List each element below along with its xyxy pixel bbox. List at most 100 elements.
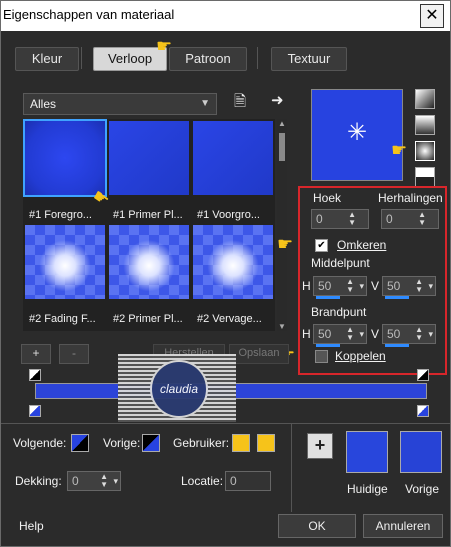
koppelen-checkbox[interactable] [315,350,328,363]
add-stop-button[interactable]: + [21,344,51,364]
opacity-stop-right[interactable] [417,369,429,381]
help-link[interactable]: Help [19,519,44,533]
rectangular-style-icon[interactable] [415,115,435,135]
herhalingen-spinner[interactable]: 0 ▲ ▼ [381,209,439,229]
pointing-hand-icon: ☛ [156,36,173,56]
gallery-item[interactable] [193,121,273,207]
omkeren-label: Omkeren [337,238,387,252]
scroll-up-icon[interactable]: ▲ [277,119,287,128]
gradient-thumbnail [109,121,189,195]
opacity-stop-left[interactable] [29,369,41,381]
gebruiker-swatch-1[interactable] [232,434,250,452]
document-icon[interactable]: 🗎 [234,91,246,116]
gradient-thumbnail [109,225,189,299]
dropdown-icon[interactable]: ▾ [359,277,364,295]
spin-arrows-icon[interactable]: ▲ ▼ [415,326,423,342]
gallery-caption: #2 Vervage... [197,313,262,325]
volgende-swatch[interactable] [71,434,89,452]
middelpunt-v-value: 50 [387,279,401,293]
ok-button[interactable]: OK [278,514,356,538]
close-icon[interactable]: ✕ [420,4,444,28]
remove-stop-button[interactable]: - [59,344,89,364]
annuleren-button[interactable]: Annuleren [363,514,443,538]
tab-patroon[interactable]: Patroon [169,47,247,71]
huidige-label: Huidige [347,482,388,496]
gebruiker-label: Gebruiker: [173,436,230,450]
locatie-input[interactable]: 0 [225,471,271,491]
middelpunt-h-label: H [302,279,311,293]
locatie-value: 0 [230,474,237,488]
hoek-spinner[interactable]: 0 ▲ ▼ [311,209,369,229]
color-stop-right[interactable] [417,405,429,417]
spin-arrows-icon[interactable]: ▲ ▼ [346,278,354,294]
dekking-spinner[interactable]: 0 ▲ ▼ ▾ [67,471,121,491]
window-title: Eigenschappen van materiaal [3,7,175,22]
huidige-swatch[interactable] [346,431,388,473]
brandpunt-v-label: V [371,327,380,341]
chevron-down-icon: ▼ [200,98,210,109]
vorige-big-swatch[interactable] [400,431,442,473]
scrollbar-thumb[interactable] [279,133,285,161]
linear-style-icon[interactable] [415,89,435,109]
spin-arrows-icon[interactable]: ▲ ▼ [100,473,108,489]
hoek-value: 0 [316,212,323,226]
herhalingen-value: 0 [386,212,393,226]
volgende-label: Volgende: [13,436,67,450]
gallery-caption: #2 Primer Pl... [113,313,183,325]
tab-kleur[interactable]: Kleur [15,47,79,71]
middelpunt-h-spinner[interactable]: 50 ▲ ▼ ▾ [313,276,367,299]
brandpunt-h-label: H [302,327,311,341]
gallery-item[interactable] [109,225,189,311]
opslaan-button[interactable]: Opslaan [229,344,289,364]
arrow-right-icon[interactable]: ➜ [271,91,284,109]
dekking-label: Dekking: [15,474,62,488]
gallery-caption: #1 Primer Pl... [113,209,183,221]
color-stop-left[interactable] [29,405,41,417]
spin-arrows-icon[interactable]: ▲ ▼ [418,211,426,227]
pointing-hand-icon: ☛ [277,234,294,254]
gallery-filter-value: Alles [30,97,57,111]
spin-arrows-icon[interactable]: ▲ ▼ [415,278,423,294]
gallery-item[interactable] [109,121,189,207]
add-gradient-button[interactable]: + [307,433,333,459]
gradient-thumbnail [193,121,273,195]
gallery-caption: #2 Fading F... [29,313,96,325]
gebruiker-swatch-2[interactable] [257,434,275,452]
gallery-filter-dropdown[interactable]: Alles ▼ [23,93,217,115]
vorige-swatch[interactable] [142,434,160,452]
vorige-label: Vorige: [103,436,141,450]
brandpunt-h-spinner[interactable]: 50 ▲ ▼ ▾ [313,324,367,347]
dropdown-icon[interactable]: ▾ [428,277,433,295]
dropdown-icon[interactable]: ▾ [113,472,118,490]
tab-separator [257,47,258,69]
gallery-item[interactable] [193,225,273,311]
tab-separator [81,47,82,69]
omkeren-checkbox[interactable]: ✔ [315,239,328,252]
vertical-divider [291,424,292,512]
middelpunt-h-value: 50 [318,279,332,293]
vorige-swatch-label: Vorige [405,482,440,496]
gallery-item[interactable] [25,225,105,311]
brandpunt-label: Brandpunt [311,305,367,319]
spin-arrows-icon[interactable]: ▲ ▼ [346,326,354,342]
tab-textuur[interactable]: Textuur [271,47,347,71]
gradient-preview[interactable]: ✳ [311,89,403,181]
gallery-caption: #1 Foregro... [29,209,92,221]
locatie-label: Locatie: [181,474,224,488]
dropdown-icon[interactable]: ▾ [359,325,364,343]
middelpunt-v-label: V [371,279,380,293]
center-point-icon: ✳ [346,119,368,146]
title-bar: Eigenschappen van materiaal ✕ [1,1,450,31]
herhalingen-label: Herhalingen [378,191,443,205]
koppelen-label: Koppelen [335,349,386,363]
pointing-hand-icon: ☛ [391,140,408,160]
middelpunt-v-spinner[interactable]: 50 ▲ ▼ ▾ [382,276,436,299]
gallery-scrollbar[interactable]: ▲ ▼ [277,119,287,331]
dropdown-icon[interactable]: ▾ [428,325,433,343]
sunburst-style-icon[interactable] [415,141,435,161]
spin-arrows-icon[interactable]: ▲ ▼ [348,211,356,227]
brandpunt-v-spinner[interactable]: 50 ▲ ▼ ▾ [382,324,436,347]
gradient-thumbnail [193,225,273,299]
radial-style-icon[interactable] [415,167,435,187]
scroll-down-icon[interactable]: ▼ [277,322,287,331]
